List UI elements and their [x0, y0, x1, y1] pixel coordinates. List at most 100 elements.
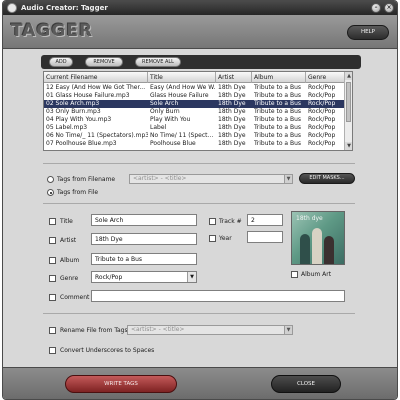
file-row[interactable]: 02 Sole Arch.mp3 Sole Arch 18th Dye Tribute… [44, 100, 346, 108]
artist-checkbox[interactable] [49, 237, 56, 244]
file-row-genre: Rock/Pop [308, 92, 336, 99]
file-row-album: Tribute to a Bus [254, 132, 302, 139]
artist-field[interactable]: 18th Dye [91, 233, 197, 245]
file-row-album: Tribute to a Bus [254, 116, 302, 123]
file-row[interactable]: 06 No Time/_ 11 (Spectators).mp3 No Time/… [44, 132, 346, 140]
title-value: Sole Arch [95, 217, 124, 224]
divider [43, 203, 355, 204]
file-row-title: No Time/ 11 (Spect... [150, 132, 214, 139]
column-header-filename[interactable]: Current Filename [44, 72, 148, 83]
title-field[interactable]: Sole Arch [91, 214, 197, 226]
tags-from-filename-label: Tags from Filename [57, 176, 116, 183]
track-checkbox[interactable] [209, 218, 216, 225]
genre-select[interactable]: Rock/Pop ▼ [91, 271, 197, 283]
album-art-checkbox[interactable] [291, 271, 298, 278]
comment-label: Comment [60, 294, 90, 301]
year-field[interactable] [247, 231, 283, 243]
file-row[interactable]: 04 Play With You.mp3 Play With You 18th Dy… [44, 116, 346, 124]
file-row-title: Easy (And How We W... [150, 84, 216, 91]
tags-from-filename-radio[interactable] [47, 176, 54, 183]
scroll-up-icon[interactable]: ▲ [345, 72, 352, 80]
file-row[interactable]: 01 Glass House Failure.mp3 Glass House Fa… [44, 92, 346, 100]
file-toolbar: ADD REMOVE REMOVE ALL [41, 55, 361, 69]
file-list-header: Current Filename Title Artist Album Genr… [44, 72, 346, 83]
file-row-artist: 18th Dye [218, 84, 246, 91]
window-title: Audio Creator: Tagger [21, 4, 108, 12]
divider [43, 313, 355, 314]
track-field[interactable]: 2 [247, 214, 283, 226]
chevron-down-icon: ▼ [284, 175, 292, 183]
art-figure [312, 228, 322, 264]
column-header-genre[interactable]: Genre [306, 72, 346, 83]
close-icon: × [386, 4, 392, 11]
scroll-down-icon[interactable]: ▼ [345, 142, 352, 150]
tagger-window: Audio Creator: Tagger – × TAGGER HELP AD… [2, 0, 398, 400]
file-row[interactable]: 03 Only Burn.mp3 Only Burn 18th Dye Tribute… [44, 108, 346, 116]
file-row-genre: Rock/Pop [308, 124, 336, 131]
close-button[interactable]: CLOSE [271, 375, 341, 393]
help-button[interactable]: HELP [347, 25, 389, 40]
chevron-down-icon: ▼ [284, 326, 292, 334]
rename-label: Rename File from Tags [60, 327, 128, 334]
genre-label: Genre [60, 275, 79, 282]
track-value: 2 [251, 217, 255, 224]
file-row-artist: 18th Dye [218, 100, 246, 107]
file-row-genre: Rock/Pop [308, 84, 336, 91]
album-value: Tribute to a Bus [95, 256, 143, 263]
remove-button[interactable]: REMOVE [85, 57, 123, 67]
title-label: Title [60, 218, 73, 225]
file-list[interactable]: Current Filename Title Artist Album Genr… [43, 71, 353, 151]
file-row-filename: 03 Only Burn.mp3 [46, 108, 101, 115]
file-list-scrollbar[interactable]: ▲ ▼ [344, 72, 352, 150]
comment-checkbox[interactable] [49, 294, 56, 301]
file-row-filename: 01 Glass House Failure.mp3 [46, 92, 130, 99]
rename-checkbox[interactable] [49, 327, 56, 334]
file-row-title: Poolhouse Blue [150, 140, 196, 147]
album-field[interactable]: Tribute to a Bus [91, 253, 197, 265]
title-checkbox[interactable] [49, 218, 56, 225]
file-row-title: Label [150, 124, 167, 131]
file-row[interactable]: 12 Easy (And How We Got Ther... Easy (And… [44, 84, 346, 92]
file-row-filename: 06 No Time/_ 11 (Spectators).mp3 [46, 132, 148, 139]
close-window-button[interactable]: × [384, 3, 394, 13]
art-figure [324, 236, 334, 264]
file-row-artist: 18th Dye [218, 132, 246, 139]
year-checkbox[interactable] [209, 235, 216, 242]
chevron-down-icon: ▼ [187, 272, 196, 282]
track-label: Track # [219, 218, 242, 225]
file-row-title: Sole Arch [150, 100, 179, 107]
minimize-button[interactable]: – [371, 3, 381, 13]
album-checkbox[interactable] [49, 257, 56, 264]
file-row-album: Tribute to a Bus [254, 124, 302, 131]
scroll-thumb[interactable] [346, 82, 351, 122]
file-row-album: Tribute to a Bus [254, 84, 302, 91]
add-button[interactable]: ADD [49, 57, 73, 67]
write-tags-button[interactable]: WRITE TAGS [65, 375, 177, 393]
column-header-album[interactable]: Album [252, 72, 306, 83]
genre-checkbox[interactable] [49, 275, 56, 282]
file-row-album: Tribute to a Bus [254, 140, 302, 147]
tags-from-file-radio[interactable] [47, 189, 54, 196]
file-row-filename: 07 Poolhouse Blue.mp3 [46, 140, 117, 147]
file-row-artist: 18th Dye [218, 124, 246, 131]
file-row-artist: 18th Dye [218, 140, 246, 147]
underscores-checkbox[interactable] [49, 347, 56, 354]
header-bar: TAGGER HELP [3, 15, 397, 49]
tagger-logo: TAGGER [11, 21, 94, 41]
column-header-title[interactable]: Title [148, 72, 216, 83]
file-row[interactable]: 07 Poolhouse Blue.mp3 Poolhouse Blue 18th … [44, 140, 346, 148]
artist-value: 18th Dye [95, 236, 123, 243]
filename-pattern-select[interactable]: <artist> - <title> ▼ [129, 174, 293, 184]
file-row[interactable]: 05 Label.mp3 Label 18th Dye Tribute to a Bu… [44, 124, 346, 132]
file-row-artist: 18th Dye [218, 108, 246, 115]
rename-pattern-select[interactable]: <artist> - <title> ▼ [127, 325, 293, 335]
file-row-genre: Rock/Pop [308, 100, 336, 107]
album-art-label: Album Art [301, 271, 332, 278]
remove-all-button[interactable]: REMOVE ALL [135, 57, 181, 67]
file-row-genre: Rock/Pop [308, 116, 336, 123]
edit-masks-button[interactable]: EDIT MASKS... [299, 173, 355, 184]
column-header-artist[interactable]: Artist [216, 72, 252, 83]
tags-from-file-label: Tags from File [57, 189, 99, 196]
file-row-album: Tribute to a Bus [254, 100, 302, 107]
comment-field[interactable] [91, 290, 345, 302]
